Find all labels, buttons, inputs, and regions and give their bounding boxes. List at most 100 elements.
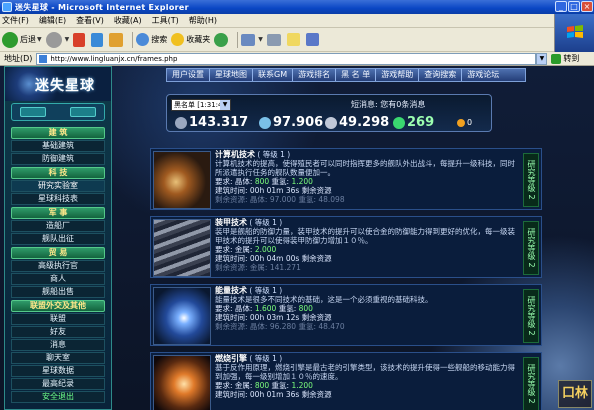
mail-dropdown-icon[interactable]: ▼	[258, 36, 263, 43]
back-dropdown-icon[interactable]: ▼	[37, 36, 42, 43]
tech-name[interactable]: 能量技术	[215, 286, 247, 295]
back-label: 后退	[20, 35, 36, 44]
req-label: 要求: 晶体:	[215, 177, 253, 186]
nav-section-technology[interactable]: 科 技	[11, 167, 105, 179]
menu-help[interactable]: 帮助(H)	[189, 15, 217, 26]
sidebar-item-planet-data[interactable]: 星球数据	[11, 365, 105, 377]
tab-search[interactable]: 查询搜索	[419, 69, 463, 81]
tech-row: 装甲技术 ( 等级 1 ) 装甲是舰船的防御力量，装甲技术的提升可以使合金的防御…	[150, 216, 542, 278]
go-button[interactable]: 转到	[551, 53, 579, 64]
edit-button[interactable]	[286, 30, 302, 50]
research-button[interactable]: 研究等级 2	[523, 221, 539, 275]
tab-forum[interactable]: 游戏论坛	[462, 69, 504, 81]
tab-planet-map[interactable]: 星球地图	[210, 69, 253, 81]
tech-level: ( 等级 1 )	[249, 286, 283, 295]
sidebar-item-tech-table[interactable]: 星球科技表	[11, 193, 105, 205]
sidebar-item-friends[interactable]: 好友	[11, 326, 105, 338]
sidebar-item-logout[interactable]: 安全退出	[11, 391, 105, 403]
research-button[interactable]: 研究等级 2	[523, 153, 539, 207]
user-box	[11, 103, 105, 121]
page-icon	[39, 54, 48, 63]
back-button[interactable]: 后退 ▼	[2, 30, 42, 50]
sidebar-item-merchant[interactable]: 商人	[11, 273, 105, 285]
nav-section-buildings[interactable]: 建 筑	[11, 127, 105, 139]
sidebar-item-basic-buildings[interactable]: 基础建筑	[11, 140, 105, 152]
sidebar-item-alliance[interactable]: 联盟	[11, 313, 105, 325]
sidebar-item-research-lab[interactable]: 研究实验室	[11, 180, 105, 192]
user-button-right[interactable]	[70, 107, 96, 117]
nav-section-alliance[interactable]: 联盟外交及其他	[11, 300, 105, 312]
sidebar-item-records[interactable]: 最高纪录	[11, 378, 105, 390]
menu-favorites[interactable]: 收藏(A)	[114, 15, 142, 26]
toolbar-separator	[132, 31, 134, 48]
sidebar-item-shipyard[interactable]: 造船厂	[11, 220, 105, 232]
back-arrow-icon	[2, 31, 18, 48]
address-bar: 地址(D) http://www.lingluanjx.cn/frames.ph…	[0, 52, 594, 66]
favorites-button[interactable]: 收藏夹	[171, 30, 210, 50]
planet-select[interactable]: 黑名单 [1:31:4] ▼	[171, 99, 231, 111]
nav-section-trade[interactable]: 贸 易	[11, 247, 105, 259]
home-button[interactable]	[109, 30, 125, 50]
user-button-left[interactable]	[20, 107, 46, 117]
tech-row: 燃烧引擎 ( 等级 1 ) 基于反作用原理，燃烧引擎是最古老的引擎类型，该技术的…	[150, 352, 542, 410]
tech-requirements: 要求: 晶体: 1.600 重氢: 800	[215, 304, 515, 313]
tab-user-settings[interactable]: 用户设置	[167, 69, 210, 81]
refresh-button[interactable]	[91, 30, 105, 50]
forward-arrow-icon	[45, 31, 62, 48]
crystal-resource: 97.906	[259, 115, 323, 130]
stop-button[interactable]	[73, 30, 87, 50]
message-status[interactable]: 短消息: 您有0条消息	[351, 99, 425, 110]
tech-level: ( 等级 1 )	[249, 218, 283, 227]
tab-contact-gm[interactable]: 联系GM	[253, 69, 294, 81]
menu-file[interactable]: 文件(F)	[2, 15, 29, 26]
req-label: 要求: 晶体:	[215, 304, 253, 313]
sidebar-item-chat[interactable]: 聊天室	[11, 352, 105, 364]
research-button[interactable]: 研究等级 2	[523, 357, 539, 410]
energy-value: 269	[407, 115, 435, 130]
menu-tools[interactable]: 工具(T)	[152, 15, 179, 26]
forward-button[interactable]: ▼	[45, 30, 70, 50]
sidebar-item-messages[interactable]: 消息	[11, 339, 105, 351]
mail-button[interactable]: ▼	[241, 30, 263, 50]
tech-build-time: 建筑时间: 00h 03m 12s 剩余资源	[215, 313, 332, 322]
tech-level: ( 等级 1 )	[257, 150, 291, 159]
tech-image-armor	[153, 219, 211, 277]
favorites-label: 收藏夹	[186, 35, 211, 44]
research-button[interactable]: 研究等级 2	[523, 289, 539, 343]
nav-section-military[interactable]: 军 事	[11, 207, 105, 219]
search-button[interactable]: 搜索	[136, 30, 167, 50]
tech-name[interactable]: 燃烧引擎	[215, 354, 247, 363]
tab-help[interactable]: 游戏帮助	[376, 69, 420, 81]
sidebar-item-executive[interactable]: 高级执行官	[11, 260, 105, 272]
tech-name[interactable]: 计算机技术	[215, 150, 255, 159]
other-value: 0	[467, 118, 473, 127]
tab-blacklist[interactable]: 黑 名 单	[336, 69, 377, 81]
sidebar-item-fleet[interactable]: 舰队出征	[11, 233, 105, 245]
close-button[interactable]: ×	[581, 1, 593, 12]
req-label-2: 重氢:	[271, 177, 290, 186]
tech-info: 计算机技术 ( 等级 1 ) 计算机技术的提高，使得殖民者可以同时指挥更多的舰队…	[215, 150, 515, 204]
print-button[interactable]	[266, 30, 283, 50]
tech-requirements: 要求: 金属: 2.000	[215, 245, 515, 254]
menu-edit[interactable]: 编辑(E)	[39, 15, 66, 26]
windows-flag-icon	[567, 25, 583, 38]
address-dropdown-icon[interactable]: ▼	[536, 52, 548, 65]
minimize-button[interactable]: _	[555, 1, 567, 12]
req-value: 800	[254, 381, 270, 390]
maximize-button[interactable]: □	[568, 1, 580, 12]
chevron-down-icon[interactable]: ▼	[220, 100, 230, 110]
planet-select-value: 黑名单 [1:31:4]	[174, 101, 226, 109]
address-label: 地址(D)	[4, 54, 33, 63]
sidebar-item-ship-sale[interactable]: 舰船出售	[11, 286, 105, 298]
sidebar-item-defense-buildings[interactable]: 防御建筑	[11, 153, 105, 165]
window-title: 迷失星球 - Microsoft Internet Explorer	[15, 2, 189, 12]
address-input[interactable]: http://www.lingluanjx.cn/frames.php	[36, 52, 537, 65]
tab-ranking[interactable]: 游戏排名	[293, 69, 337, 81]
tech-name[interactable]: 装甲技术	[215, 218, 247, 227]
forward-dropdown-icon[interactable]: ▼	[65, 36, 70, 43]
menu-view[interactable]: 查看(V)	[76, 15, 104, 26]
media-button[interactable]	[214, 30, 230, 50]
messenger-button[interactable]	[305, 30, 321, 50]
deuterium-value: 49.298	[339, 115, 390, 130]
tech-requirements: 要求: 金属: 800 重氢: 1.200	[215, 381, 515, 390]
